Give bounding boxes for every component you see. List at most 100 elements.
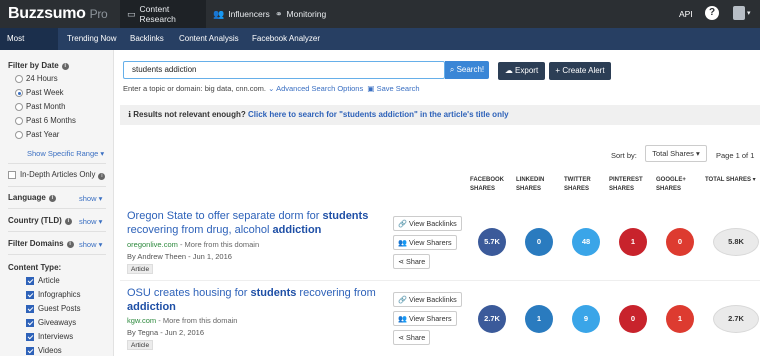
tab-backlinks[interactable]: Backlinks xyxy=(123,28,171,50)
radio-button[interactable] xyxy=(15,131,23,139)
pinterest-shares-badge[interactable]: 1 xyxy=(619,228,647,256)
total-shares-header[interactable]: TOTAL SHARES ▾ xyxy=(705,176,756,185)
content-type-article-checkbox[interactable] xyxy=(26,277,34,285)
view-backlinks-button[interactable]: 🔗 View Backlinks xyxy=(393,292,462,307)
date-option-24h[interactable]: 24 Hours xyxy=(15,74,58,86)
advanced-search-link[interactable]: ⌄ Advanced Search Options xyxy=(268,84,363,93)
export-button[interactable]: ☁ Export xyxy=(498,62,545,80)
more-from-domain-link[interactable]: - More from this domain xyxy=(178,240,259,249)
country-heading: Country (TLD) i xyxy=(8,216,72,225)
googleplus-shares-badge[interactable]: 0 xyxy=(666,228,694,256)
save-icon: ▣ xyxy=(367,84,375,93)
create-alert-button[interactable]: + Create Alert xyxy=(549,62,611,80)
date-option-past-year[interactable]: Past Year xyxy=(15,130,59,142)
domain-link[interactable]: kgw.com xyxy=(127,316,156,325)
domain-link[interactable]: oregonlive.com xyxy=(127,240,178,249)
radio-button[interactable] xyxy=(15,103,23,111)
help-icon[interactable]: ? xyxy=(705,6,719,20)
users-icon: 👥 xyxy=(213,8,225,19)
tab-most-shared[interactable]: Most Shared xyxy=(0,28,58,65)
api-link[interactable]: API xyxy=(679,9,693,19)
facebook-shares-badge[interactable]: 2.7K xyxy=(478,305,506,333)
total-shares-badge: 2.7K xyxy=(713,305,759,333)
logo-pro-suffix: Pro xyxy=(89,7,108,21)
content-type-videos-checkbox[interactable] xyxy=(26,347,34,355)
facebook-shares-badge[interactable]: 5.7K xyxy=(478,228,506,256)
pinterest-shares-badge[interactable]: 0 xyxy=(619,305,647,333)
in-depth-label: In-Depth Articles Only i xyxy=(20,170,106,180)
share-icon: ⋖ xyxy=(398,333,407,342)
filter-domains-show-toggle[interactable]: show ▾ xyxy=(79,240,102,249)
monitor-icon: ▭ xyxy=(127,8,136,19)
pinterest-shares-header[interactable]: PINTEREST SHARES xyxy=(609,176,643,194)
date-option-past-6-months[interactable]: Past 6 Months xyxy=(15,116,76,128)
content-type-guest-posts-checkbox[interactable] xyxy=(26,305,34,313)
twitter-shares-badge[interactable]: 48 xyxy=(572,228,600,256)
linkedin-shares-header[interactable]: LINKEDIN SHARES xyxy=(516,176,544,194)
content-type-infographics-checkbox[interactable] xyxy=(26,291,34,299)
linkedin-shares-badge[interactable]: 1 xyxy=(525,305,553,333)
radio-button[interactable] xyxy=(15,75,23,83)
date-option-past-week[interactable]: Past Week xyxy=(15,88,64,100)
share-icon: ⋖ xyxy=(398,257,407,266)
info-icon[interactable]: i xyxy=(98,173,106,180)
result-author: By Andrew Theen - Jun 1, 2016 xyxy=(127,252,232,261)
content-type-label: Videos xyxy=(38,346,62,355)
radio-button-selected[interactable] xyxy=(15,89,23,97)
info-icon[interactable]: i xyxy=(48,195,56,202)
users-icon: 👥 xyxy=(398,238,409,247)
result-title[interactable]: OSU creates housing for students recover… xyxy=(127,286,382,314)
topnav-influencers[interactable]: 👥 Influencers xyxy=(206,0,270,28)
googleplus-shares-header[interactable]: GOOGLE+ SHARES xyxy=(656,176,686,194)
search-input[interactable]: students addiction xyxy=(123,61,445,79)
facebook-shares-header[interactable]: FACEBOOK SHARES xyxy=(470,176,504,194)
chevron-down-icon: ⌄ xyxy=(268,84,275,93)
info-icon[interactable]: i xyxy=(61,63,69,70)
radio-button[interactable] xyxy=(15,117,23,125)
country-show-toggle[interactable]: show ▾ xyxy=(79,217,102,226)
tab-trending-now[interactable]: Trending Now xyxy=(60,28,124,50)
content-type-tag: Article xyxy=(127,340,154,350)
search-button[interactable]: ⌕ Search! xyxy=(445,61,489,79)
topnav-monitoring[interactable]: ⚭ Monitoring xyxy=(268,0,332,28)
search-icon: ⌕ xyxy=(449,65,457,74)
show-specific-range-link[interactable]: Show Specific Range ▾ xyxy=(27,149,104,158)
relevance-notice: ℹ Results not relevant enough? Click her… xyxy=(120,105,760,125)
tab-facebook-analyzer[interactable]: Facebook Analyzer xyxy=(245,28,327,50)
share-button[interactable]: ⋖ Share xyxy=(393,330,431,345)
sub-nav: Most Shared Trending Now Backlinks Conte… xyxy=(0,28,760,65)
sort-by-label: Sort by: xyxy=(611,151,637,160)
content-type-label: Interviews xyxy=(38,332,74,341)
result-title[interactable]: Oregon State to offer separate dorm for … xyxy=(127,209,382,237)
language-show-toggle[interactable]: show ▾ xyxy=(79,194,102,203)
buzzsumo-logo[interactable]: Buzzsumo Pro xyxy=(8,5,108,23)
info-icon[interactable]: i xyxy=(64,218,72,225)
divider xyxy=(8,163,106,164)
in-depth-checkbox[interactable] xyxy=(8,171,16,179)
view-backlinks-button[interactable]: 🔗 View Backlinks xyxy=(393,216,462,231)
view-sharers-button[interactable]: 👥 View Sharers xyxy=(393,311,457,326)
more-from-domain-link[interactable]: - More from this domain xyxy=(156,316,237,325)
linkedin-shares-badge[interactable]: 0 xyxy=(525,228,553,256)
chevron-down-icon[interactable]: ▾ xyxy=(747,9,751,17)
result-domain: oregonlive.com - More from this domain xyxy=(127,240,259,249)
date-option-past-month[interactable]: Past Month xyxy=(15,102,65,114)
twitter-shares-badge[interactable]: 9 xyxy=(572,305,600,333)
topnav-content-research[interactable]: ▭ Content Research xyxy=(120,0,206,28)
filter-by-date-heading: Filter by Date i xyxy=(8,61,69,70)
view-sharers-button[interactable]: 👥 View Sharers xyxy=(393,235,457,250)
title-only-search-link[interactable]: Click here to search for "students addic… xyxy=(248,110,509,119)
twitter-shares-header[interactable]: TWITTER SHARES xyxy=(564,176,591,194)
content-type-interviews-checkbox[interactable] xyxy=(26,333,34,341)
content-type-label: Guest Posts xyxy=(38,304,81,313)
avatar[interactable] xyxy=(733,6,745,20)
content-type-tag: Article xyxy=(127,264,154,274)
share-button[interactable]: ⋖ Share xyxy=(393,254,431,269)
sort-select[interactable]: Total Shares ▾ xyxy=(645,145,707,162)
content-type-giveaways-checkbox[interactable] xyxy=(26,319,34,327)
link-icon: 🔗 xyxy=(398,295,409,304)
info-icon[interactable]: i xyxy=(66,241,74,248)
tab-content-analysis[interactable]: Content Analysis xyxy=(172,28,246,50)
googleplus-shares-badge[interactable]: 1 xyxy=(666,305,694,333)
save-search-link[interactable]: ▣ Save Search xyxy=(365,84,419,93)
